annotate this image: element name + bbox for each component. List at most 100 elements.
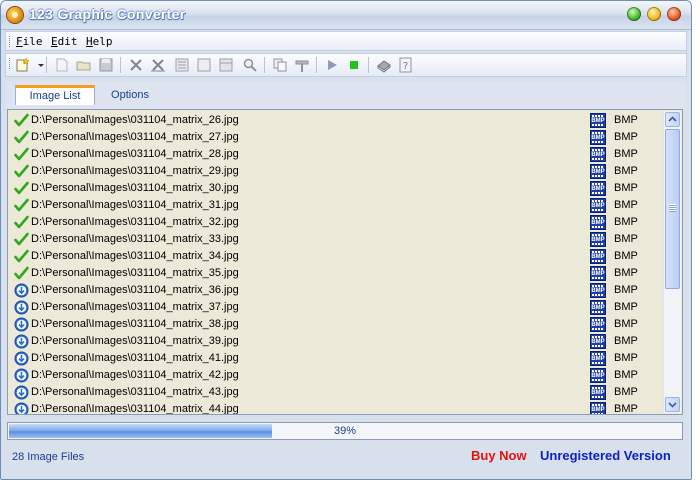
menu-help[interactable]: Help [86, 35, 113, 48]
window-view-icon[interactable] [196, 57, 212, 73]
stop-icon[interactable] [346, 57, 362, 73]
help-icon[interactable]: ? [398, 57, 414, 73]
close-button[interactable] [667, 7, 681, 21]
pending-download-icon [14, 351, 29, 366]
tools-icon[interactable] [294, 57, 310, 73]
image-list[interactable]: D:\Personal\Images\031104_matrix_26.jpg … [7, 109, 683, 415]
new-icon[interactable] [54, 57, 70, 73]
scroll-up-button[interactable] [665, 112, 680, 127]
add-files-dropdown-icon[interactable] [33, 57, 44, 73]
tab-strip: Image List Options [5, 81, 687, 109]
output-format: BMP [614, 301, 638, 313]
bmp-format-icon: BMP [590, 351, 606, 366]
list-item[interactable]: D:\Personal\Images\031104_matrix_31.jpg … [8, 197, 663, 214]
list-item[interactable]: D:\Personal\Images\031104_matrix_32.jpg … [8, 214, 663, 231]
tab-options[interactable]: Options [97, 85, 163, 105]
checkmark-icon [14, 215, 29, 230]
list-item[interactable]: D:\Personal\Images\031104_matrix_42.jpg … [8, 367, 663, 384]
list-item[interactable]: D:\Personal\Images\031104_matrix_37.jpg … [8, 299, 663, 316]
remove-icon[interactable] [128, 57, 144, 73]
checkmark-icon [14, 232, 29, 247]
bmp-icon-label: BMP [591, 271, 605, 277]
scroll-thumb[interactable] [665, 129, 680, 289]
bmp-icon-label: BMP [591, 305, 605, 311]
file-path: D:\Personal\Images\031104_matrix_44.jpg [31, 403, 239, 415]
minimize-button[interactable] [627, 7, 641, 21]
image-file-count: 28 Image Files [12, 451, 85, 463]
list-item[interactable]: D:\Personal\Images\031104_matrix_36.jpg … [8, 282, 663, 299]
bmp-format-icon: BMP [590, 164, 606, 179]
list-view-icon[interactable] [174, 57, 190, 73]
output-format: BMP [614, 199, 638, 211]
output-format: BMP [614, 131, 638, 143]
book-icon[interactable] [376, 57, 392, 73]
file-path: D:\Personal\Images\031104_matrix_41.jpg [31, 352, 239, 364]
bmp-icon-label: BMP [591, 169, 605, 175]
list-item[interactable]: D:\Personal\Images\031104_matrix_33.jpg … [8, 231, 663, 248]
file-path: D:\Personal\Images\031104_matrix_43.jpg [31, 386, 239, 398]
checkmark-icon [14, 249, 29, 264]
file-path: D:\Personal\Images\031104_matrix_30.jpg [31, 182, 239, 194]
list-item[interactable]: D:\Personal\Images\031104_matrix_39.jpg … [8, 333, 663, 350]
checkmark-icon [14, 113, 29, 128]
status-bar: 28 Image Files Buy Now Unregistered Vers… [5, 445, 687, 469]
list-item[interactable]: D:\Personal\Images\031104_matrix_43.jpg … [8, 384, 663, 401]
pending-download-icon [14, 300, 29, 315]
list-item[interactable]: D:\Personal\Images\031104_matrix_38.jpg … [8, 316, 663, 333]
image-rows: D:\Personal\Images\031104_matrix_26.jpg … [8, 112, 663, 415]
file-path: D:\Personal\Images\031104_matrix_34.jpg [31, 250, 239, 262]
toolbar-grip[interactable] [9, 58, 13, 69]
toolbar-separator [264, 57, 265, 73]
pending-download-icon [14, 334, 29, 349]
bmp-format-icon: BMP [590, 368, 606, 383]
bmp-icon-label: BMP [591, 237, 605, 243]
list-item[interactable]: D:\Personal\Images\031104_matrix_41.jpg … [8, 350, 663, 367]
scroll-down-button[interactable] [665, 397, 680, 412]
output-format: BMP [614, 335, 638, 347]
remove-all-icon[interactable] [150, 57, 166, 73]
list-item[interactable]: D:\Personal\Images\031104_matrix_30.jpg … [8, 180, 663, 197]
save-icon[interactable] [98, 57, 114, 73]
checkmark-icon [14, 147, 29, 162]
bmp-icon-label: BMP [591, 220, 605, 226]
menu-grip[interactable] [9, 36, 13, 47]
output-format: BMP [614, 250, 638, 262]
file-path: D:\Personal\Images\031104_matrix_33.jpg [31, 233, 239, 245]
list-item[interactable]: D:\Personal\Images\031104_matrix_34.jpg … [8, 248, 663, 265]
file-path: D:\Personal\Images\031104_matrix_27.jpg [31, 131, 239, 143]
list-item[interactable]: D:\Personal\Images\031104_matrix_35.jpg … [8, 265, 663, 282]
buy-now-link[interactable]: Buy Now [471, 448, 527, 463]
bmp-icon-label: BMP [591, 152, 605, 158]
output-format: BMP [614, 386, 638, 398]
maximize-button[interactable] [647, 7, 661, 21]
bmp-format-icon: BMP [590, 266, 606, 281]
file-path: D:\Personal\Images\031104_matrix_28.jpg [31, 148, 239, 160]
output-format: BMP [614, 148, 638, 160]
tab-image-list[interactable]: Image List [15, 85, 95, 105]
bmp-format-icon: BMP [590, 249, 606, 264]
vertical-scrollbar[interactable] [663, 111, 681, 413]
file-path: D:\Personal\Images\031104_matrix_39.jpg [31, 335, 239, 347]
menu-edit[interactable]: Edit [51, 35, 78, 48]
toolbar-separator [316, 57, 317, 73]
list-item[interactable]: D:\Personal\Images\031104_matrix_29.jpg … [8, 163, 663, 180]
checkmark-icon [14, 130, 29, 145]
bmp-format-icon: BMP [590, 198, 606, 213]
output-format: BMP [614, 114, 638, 126]
output-format: BMP [614, 267, 638, 279]
add-files-icon[interactable] [15, 57, 31, 73]
zoom-icon[interactable] [242, 57, 258, 73]
list-item[interactable]: D:\Personal\Images\031104_matrix_44.jpg … [8, 401, 663, 415]
toolbar-separator [368, 57, 369, 73]
open-folder-icon[interactable] [76, 57, 92, 73]
copy-icon[interactable] [272, 57, 288, 73]
list-item[interactable]: D:\Personal\Images\031104_matrix_26.jpg … [8, 112, 663, 129]
bmp-format-icon: BMP [590, 113, 606, 128]
list-item[interactable]: D:\Personal\Images\031104_matrix_27.jpg … [8, 129, 663, 146]
menu-file[interactable]: File [16, 35, 43, 48]
play-icon[interactable] [324, 57, 340, 73]
panel-view-icon[interactable] [218, 57, 234, 73]
list-item[interactable]: D:\Personal\Images\031104_matrix_28.jpg … [8, 146, 663, 163]
title-bar[interactable]: 123 Graphic Converter [1, 1, 691, 30]
bmp-format-icon: BMP [590, 215, 606, 230]
